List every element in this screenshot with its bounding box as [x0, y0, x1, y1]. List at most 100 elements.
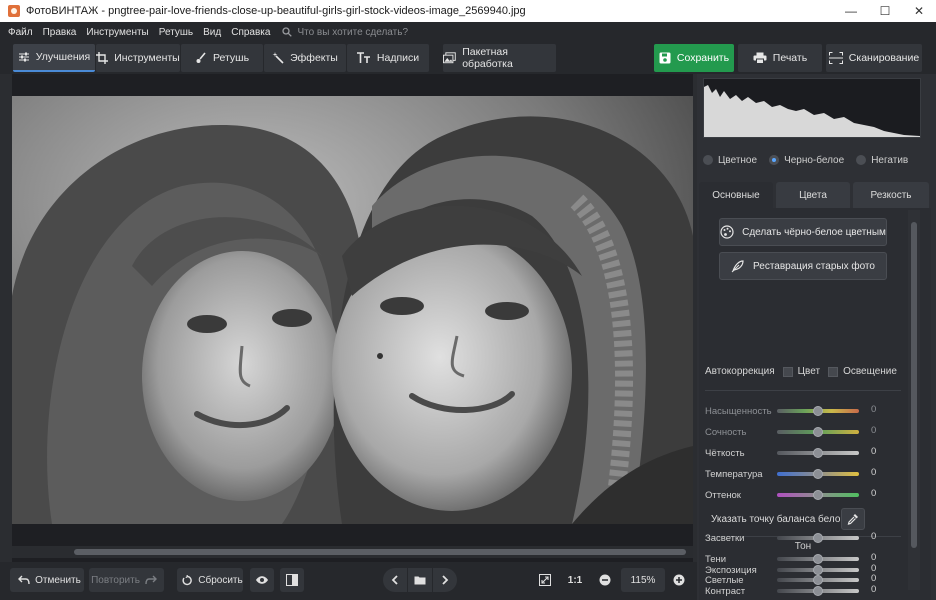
save-button[interactable]: Сохранить: [654, 44, 734, 72]
next-image-button[interactable]: [433, 568, 457, 592]
close-button[interactable]: ✕: [902, 0, 936, 22]
colorize-label: Сделать чёрно-белое цветным: [742, 226, 886, 238]
highlights-knob[interactable]: [813, 533, 823, 543]
tint-slider[interactable]: [777, 490, 859, 500]
tab-retouch[interactable]: Ретушь: [181, 44, 263, 72]
whites-label: Светлые: [705, 574, 744, 586]
horizontal-scrollbar[interactable]: [12, 546, 693, 558]
radio-negative[interactable]: [856, 155, 867, 165]
chevron-left-icon: [391, 575, 398, 585]
previous-image-button[interactable]: [383, 568, 407, 592]
open-folder-button[interactable]: [408, 568, 432, 592]
clarity-knob[interactable]: [813, 448, 823, 458]
redo-icon: [145, 575, 157, 585]
contrast-slider[interactable]: [777, 586, 859, 596]
temperature-slider[interactable]: [777, 469, 859, 479]
shadows-label: Тени: [705, 553, 727, 565]
whites-knob[interactable]: [813, 575, 823, 585]
temperature-knob[interactable]: [813, 469, 823, 479]
tab-effects[interactable]: Эффекты: [264, 44, 346, 72]
radio-color-label[interactable]: Цветное: [718, 155, 757, 166]
tint-knob[interactable]: [813, 490, 823, 500]
auto-light-label[interactable]: Освещение: [843, 366, 897, 377]
batch-processing-button[interactable]: Пакетная обработка: [443, 44, 556, 72]
saturation-knob[interactable]: [813, 406, 823, 416]
panel-scroll-thumb[interactable]: [911, 222, 917, 548]
reset-button[interactable]: Сбросить: [177, 568, 243, 592]
vibrance-value: 0: [871, 425, 877, 436]
actual-size-button[interactable]: 1:1: [563, 568, 587, 592]
undo-icon: [18, 575, 30, 585]
scan-label: Сканирование: [848, 52, 920, 64]
shadows-slider[interactable]: [777, 554, 859, 564]
whites-value: 0: [871, 573, 877, 584]
menu-tools[interactable]: Инструменты: [86, 27, 148, 38]
radio-negative-label[interactable]: Негатив: [871, 155, 908, 166]
zoom-level-field[interactable]: 115%: [621, 568, 665, 592]
tab-enhancements[interactable]: Улучшения: [13, 44, 95, 72]
save-label: Сохранить: [676, 52, 730, 64]
redo-label: Повторить: [91, 574, 140, 586]
redo-button[interactable]: Повторить: [89, 568, 164, 592]
restore-old-photo-button[interactable]: Реставрация старых фото: [719, 252, 887, 280]
menu-edit[interactable]: Правка: [43, 27, 77, 38]
printer-icon: [753, 52, 767, 64]
vibrance-slider[interactable]: [777, 427, 859, 437]
menu-file[interactable]: Файл: [8, 27, 33, 38]
radio-black-white-label[interactable]: Черно-белое: [784, 155, 844, 166]
command-search[interactable]: Что вы хотите сделать?: [282, 27, 408, 38]
whites-slider[interactable]: [777, 575, 859, 585]
exposure-slider[interactable]: [777, 565, 859, 575]
auto-color-checkbox[interactable]: [782, 366, 793, 377]
radio-color[interactable]: [703, 155, 713, 165]
vibrance-label: Сочность: [705, 426, 747, 438]
print-label: Печать: [772, 52, 808, 64]
maximize-button[interactable]: ☐: [868, 0, 902, 22]
clarity-slider[interactable]: [777, 448, 859, 458]
panel-scrollbar[interactable]: [908, 210, 920, 590]
bottom-toolbar: Отменить Повторить Сбросить 1:1 115%: [0, 562, 697, 600]
tab-tools[interactable]: Инструменты: [96, 44, 180, 72]
floppy-disk-icon: [659, 52, 671, 64]
zoom-in-button[interactable]: [668, 568, 690, 592]
auto-color-label[interactable]: Цвет: [798, 366, 820, 377]
tab-text[interactable]: Надписи: [347, 44, 429, 72]
folder-icon: [414, 576, 426, 585]
highlights-slider[interactable]: [777, 533, 859, 543]
saturation-slider[interactable]: [777, 406, 859, 416]
preview-toggle-button[interactable]: [250, 568, 274, 592]
canvas-area[interactable]: [12, 74, 693, 562]
contrast-knob[interactable]: [813, 586, 823, 596]
shadows-knob[interactable]: [813, 554, 823, 564]
tint-value: 0: [871, 488, 877, 499]
reset-icon: [182, 574, 193, 585]
minimize-button[interactable]: —: [834, 0, 868, 22]
menu-retouch[interactable]: Ретушь: [159, 27, 193, 38]
menu-view[interactable]: Вид: [203, 27, 221, 38]
zoom-out-button[interactable]: [594, 568, 616, 592]
tab-colors[interactable]: Цвета: [776, 182, 850, 208]
white-balance-picker-button[interactable]: [841, 508, 865, 530]
compare-button[interactable]: [280, 568, 304, 592]
photo-preview[interactable]: [12, 96, 693, 524]
color-mode-selector: Цветное Черно-белое Негатив: [703, 152, 928, 168]
reset-label: Сбросить: [198, 574, 243, 586]
histogram: [703, 78, 921, 138]
scan-button[interactable]: Сканирование: [826, 44, 922, 72]
undo-button[interactable]: Отменить: [10, 568, 84, 592]
fit-screen-icon: [539, 574, 551, 586]
auto-light-checkbox[interactable]: [828, 366, 839, 377]
temperature-value: 0: [871, 467, 877, 478]
whites-slider-row: Светлые 0: [705, 573, 885, 587]
radio-black-white[interactable]: [769, 155, 780, 165]
tint-label: Оттенок: [705, 489, 741, 501]
tab-sharpness[interactable]: Резкость: [853, 182, 929, 208]
menu-help[interactable]: Справка: [231, 27, 270, 38]
tab-basic[interactable]: Основные: [699, 182, 773, 208]
vibrance-knob[interactable]: [813, 427, 823, 437]
print-button[interactable]: Печать: [738, 44, 822, 72]
horizontal-scroll-thumb[interactable]: [74, 549, 686, 555]
fit-to-screen-button[interactable]: [534, 568, 556, 592]
saturation-value: 0: [871, 404, 877, 415]
colorize-button[interactable]: Сделать чёрно-белое цветным: [719, 218, 887, 246]
